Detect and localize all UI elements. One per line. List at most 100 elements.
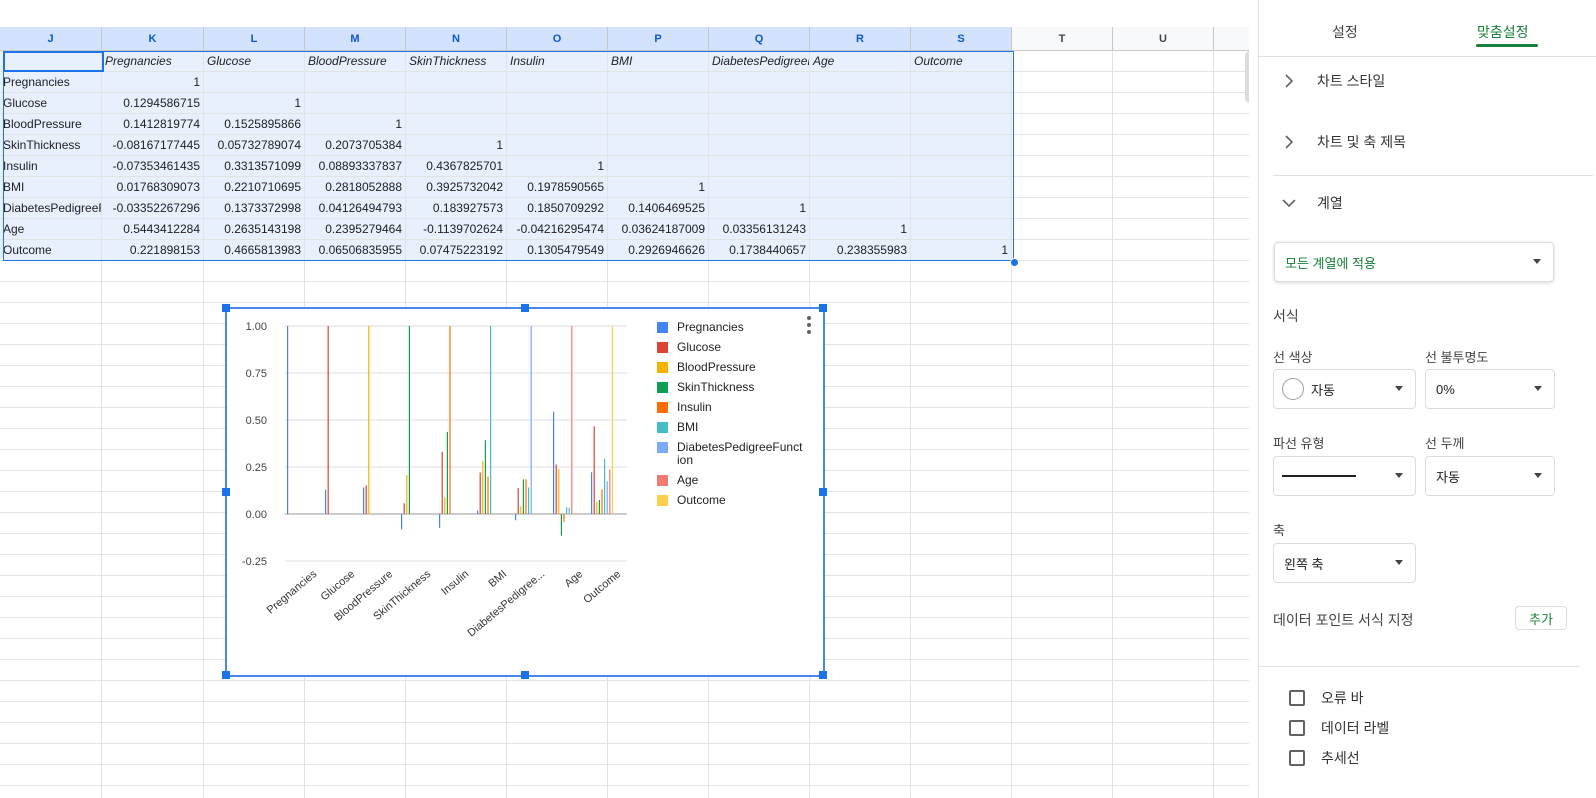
cell[interactable]: 0.06506835955: [305, 240, 406, 261]
cell[interactable]: Insulin: [507, 51, 608, 72]
line-opacity-dropdown[interactable]: 0%: [1425, 369, 1555, 409]
cell[interactable]: 1: [406, 135, 507, 156]
cell[interactable]: [911, 723, 1012, 744]
cell[interactable]: [406, 786, 507, 798]
cell[interactable]: [810, 93, 911, 114]
cell[interactable]: Outcome: [0, 240, 102, 261]
cell[interactable]: [102, 324, 204, 345]
cell[interactable]: [911, 387, 1012, 408]
cell[interactable]: [1214, 51, 1249, 72]
cell[interactable]: 0.04126494793: [305, 198, 406, 219]
cell[interactable]: [0, 366, 102, 387]
cell[interactable]: [102, 492, 204, 513]
column-header-t[interactable]: T: [1012, 27, 1113, 51]
cell[interactable]: [1113, 639, 1214, 660]
tab-customize[interactable]: 맞춤설정: [1477, 22, 1529, 42]
cell[interactable]: [911, 597, 1012, 618]
cell[interactable]: BMI: [608, 51, 709, 72]
cell[interactable]: [810, 597, 911, 618]
cell[interactable]: [1012, 303, 1113, 324]
cell[interactable]: -0.1139702624: [406, 219, 507, 240]
cell[interactable]: 0.2395279464: [305, 219, 406, 240]
cell[interactable]: [810, 345, 911, 366]
cell[interactable]: [1214, 681, 1249, 702]
trendline-option[interactable]: 추세선: [1289, 748, 1360, 768]
cell[interactable]: [1214, 408, 1249, 429]
cell[interactable]: [810, 723, 911, 744]
cell[interactable]: [1214, 702, 1249, 723]
cell[interactable]: [911, 513, 1012, 534]
cell[interactable]: [1012, 492, 1113, 513]
cell[interactable]: [1214, 198, 1249, 219]
cell[interactable]: [1214, 135, 1249, 156]
cell[interactable]: [102, 765, 204, 786]
cell[interactable]: [1012, 198, 1113, 219]
cell[interactable]: [507, 282, 608, 303]
cell[interactable]: [1012, 639, 1113, 660]
cell[interactable]: [810, 555, 911, 576]
cell[interactable]: [0, 387, 102, 408]
cell[interactable]: [1113, 702, 1214, 723]
cell[interactable]: [911, 786, 1012, 798]
cell[interactable]: [406, 261, 507, 282]
cell[interactable]: [1214, 555, 1249, 576]
add-data-point-button[interactable]: 추가: [1515, 606, 1567, 630]
cell[interactable]: [204, 702, 305, 723]
fill-handle[interactable]: [1010, 258, 1019, 267]
cell[interactable]: [911, 744, 1012, 765]
cell[interactable]: 1: [810, 219, 911, 240]
cell[interactable]: 1: [204, 93, 305, 114]
cell[interactable]: [911, 681, 1012, 702]
cell[interactable]: [810, 513, 911, 534]
cell[interactable]: [0, 702, 102, 723]
cell[interactable]: [709, 135, 810, 156]
cell[interactable]: [102, 303, 204, 324]
cell[interactable]: [810, 576, 911, 597]
cell[interactable]: [709, 72, 810, 93]
cell[interactable]: [102, 534, 204, 555]
cell[interactable]: [1214, 786, 1249, 798]
cell[interactable]: [1113, 135, 1214, 156]
cell[interactable]: [608, 72, 709, 93]
cell[interactable]: [911, 660, 1012, 681]
cell[interactable]: 0.2210710695: [204, 177, 305, 198]
cell[interactable]: 0.221898153: [102, 240, 204, 261]
cell[interactable]: [810, 744, 911, 765]
cell[interactable]: [102, 744, 204, 765]
cell[interactable]: [102, 387, 204, 408]
cell[interactable]: [1214, 324, 1249, 345]
cell[interactable]: -0.08167177445: [102, 135, 204, 156]
cell[interactable]: [0, 408, 102, 429]
cell[interactable]: 0.183927573: [406, 198, 507, 219]
cell[interactable]: 0.3925732042: [406, 177, 507, 198]
cell[interactable]: [406, 114, 507, 135]
cell[interactable]: [810, 156, 911, 177]
cell[interactable]: 0.03356131243: [709, 219, 810, 240]
cell[interactable]: 1: [608, 177, 709, 198]
cell[interactable]: SkinThickness: [0, 135, 102, 156]
cell[interactable]: [911, 618, 1012, 639]
cell[interactable]: [1214, 114, 1249, 135]
cell[interactable]: [608, 744, 709, 765]
cell[interactable]: [1214, 387, 1249, 408]
vertical-scrollbar[interactable]: [1245, 51, 1249, 103]
resize-handle-n[interactable]: [521, 304, 529, 312]
cell[interactable]: [1012, 597, 1113, 618]
cell[interactable]: [102, 618, 204, 639]
cell[interactable]: Glucose: [204, 51, 305, 72]
cell[interactable]: [1113, 93, 1214, 114]
resize-handle-e[interactable]: [819, 488, 827, 496]
cell[interactable]: [1012, 408, 1113, 429]
cell[interactable]: [608, 135, 709, 156]
cell[interactable]: 0.1525895866: [204, 114, 305, 135]
cell[interactable]: 0.2073705384: [305, 135, 406, 156]
cell[interactable]: [1214, 492, 1249, 513]
cell[interactable]: [507, 93, 608, 114]
cell[interactable]: [0, 429, 102, 450]
cell[interactable]: [1214, 93, 1249, 114]
cell[interactable]: Age: [810, 51, 911, 72]
cell[interactable]: [0, 555, 102, 576]
cell[interactable]: 1: [507, 156, 608, 177]
cell[interactable]: [1214, 639, 1249, 660]
cell[interactable]: [102, 408, 204, 429]
